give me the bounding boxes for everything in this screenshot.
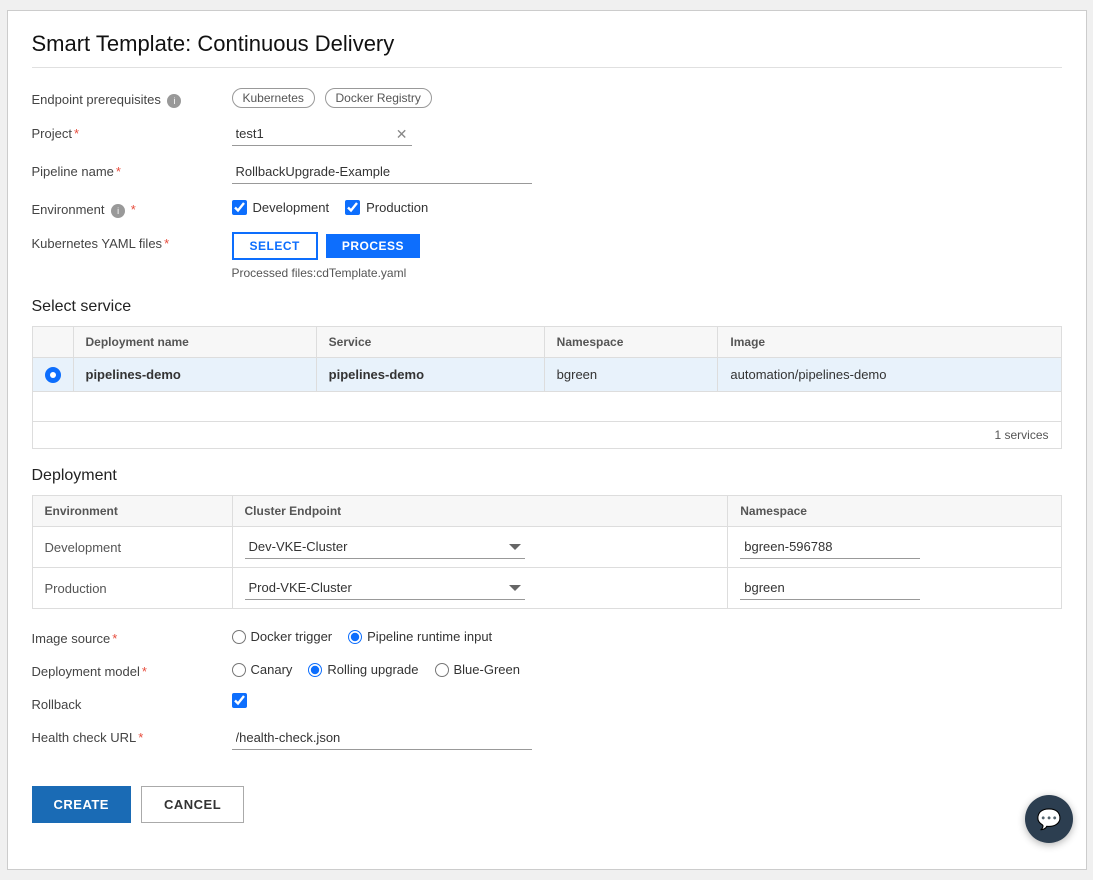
rollback-label: Rollback	[32, 693, 232, 712]
create-button[interactable]: CREATE	[32, 786, 131, 823]
environment-info-icon[interactable]: i	[111, 204, 125, 218]
image-source-label: Image source*	[32, 627, 232, 646]
image-pipeline-item[interactable]: Pipeline runtime input	[348, 629, 492, 644]
model-bluegreen-radio[interactable]	[435, 663, 449, 677]
chat-icon: 💬	[1037, 807, 1062, 832]
pipeline-name-label: Pipeline name*	[32, 160, 232, 179]
tag-kubernetes: Kubernetes	[232, 88, 315, 108]
project-clear-button[interactable]: ✕	[396, 127, 408, 141]
cell-image: automation/pipelines-demo	[718, 358, 1061, 392]
project-label: Project*	[32, 122, 232, 141]
footer-bar: CREATE CANCEL	[32, 770, 1062, 839]
dep-cluster-dev-cell: Dev-VKE-Cluster Prod-VKE-Cluster	[232, 527, 728, 568]
model-canary-radio[interactable]	[232, 663, 246, 677]
env-development-checkbox[interactable]	[232, 200, 247, 215]
deployment-table: Environment Cluster Endpoint Namespace D…	[32, 495, 1062, 609]
k8s-yaml-label: Kubernetes YAML files*	[32, 232, 232, 251]
col-namespace: Namespace	[544, 327, 718, 358]
dep-namespace-dev-input[interactable]	[740, 535, 920, 559]
dep-col-cluster: Cluster Endpoint	[232, 496, 728, 527]
image-pipeline-label: Pipeline runtime input	[367, 629, 492, 644]
project-field-wrapper: ✕	[232, 122, 412, 146]
dep-namespace-dev-cell	[728, 527, 1061, 568]
endpoint-label: Endpoint prerequisites i	[32, 88, 232, 108]
k8s-yaml-buttons: SELECT PROCESS	[232, 232, 1062, 260]
col-selector	[32, 327, 73, 358]
table-row[interactable]: pipelines-demo pipelines-demo bgreen aut…	[32, 358, 1061, 392]
cell-namespace: bgreen	[544, 358, 718, 392]
dep-cluster-prod-select[interactable]: Dev-VKE-Cluster Prod-VKE-Cluster	[245, 576, 525, 600]
environment-checkboxes: Development Production	[232, 198, 1062, 215]
service-table-footer: 1 services	[32, 422, 1062, 449]
select-button[interactable]: SELECT	[232, 232, 318, 260]
image-docker-label: Docker trigger	[251, 629, 333, 644]
model-canary-label: Canary	[251, 662, 293, 677]
project-input[interactable]	[232, 122, 412, 146]
dep-env-prod: Production	[32, 568, 232, 609]
endpoint-tags: Kubernetes Docker Registry	[232, 88, 1062, 108]
dep-col-env: Environment	[32, 496, 232, 527]
image-docker-radio[interactable]	[232, 630, 246, 644]
table-row-empty	[32, 392, 1061, 422]
env-production-checkbox[interactable]	[345, 200, 360, 215]
process-button[interactable]: PROCESS	[326, 234, 420, 258]
cell-deployment-name: pipelines-demo	[73, 358, 316, 392]
deployment-title: Deployment	[32, 467, 1062, 485]
dep-cluster-prod-cell: Dev-VKE-Cluster Prod-VKE-Cluster	[232, 568, 728, 609]
model-rolling-radio[interactable]	[308, 663, 322, 677]
cell-service: pipelines-demo	[316, 358, 544, 392]
pipeline-name-input[interactable]	[232, 160, 532, 184]
chat-fab-button[interactable]: 💬	[1025, 795, 1073, 843]
col-deployment-name: Deployment name	[73, 327, 316, 358]
dep-namespace-prod-cell	[728, 568, 1061, 609]
row-radio-selected	[45, 367, 61, 383]
image-docker-item[interactable]: Docker trigger	[232, 629, 333, 644]
deployment-row-prod: Production Dev-VKE-Cluster Prod-VKE-Clus…	[32, 568, 1061, 609]
image-pipeline-radio[interactable]	[348, 630, 362, 644]
dep-cluster-dev-select[interactable]: Dev-VKE-Cluster Prod-VKE-Cluster	[245, 535, 525, 559]
environment-label: Environment i *	[32, 198, 232, 218]
model-canary-item[interactable]: Canary	[232, 662, 293, 677]
rollback-checkbox[interactable]	[232, 693, 247, 708]
env-development-label: Development	[253, 200, 330, 215]
model-rolling-item[interactable]: Rolling upgrade	[308, 662, 418, 677]
dep-namespace-prod-input[interactable]	[740, 576, 920, 600]
model-bluegreen-item[interactable]: Blue-Green	[435, 662, 520, 677]
deployment-model-radios: Canary Rolling upgrade Blue-Green	[232, 660, 1062, 677]
env-production-item[interactable]: Production	[345, 200, 428, 215]
env-production-label: Production	[366, 200, 428, 215]
image-source-radios: Docker trigger Pipeline runtime input	[232, 627, 1062, 644]
env-development-item[interactable]: Development	[232, 200, 330, 215]
model-rolling-label: Rolling upgrade	[327, 662, 418, 677]
model-bluegreen-label: Blue-Green	[454, 662, 520, 677]
select-service-title: Select service	[32, 298, 1062, 316]
health-check-label: Health check URL*	[32, 726, 232, 745]
page-title: Smart Template: Continuous Delivery	[32, 31, 1062, 68]
endpoint-info-icon[interactable]: i	[167, 94, 181, 108]
deployment-row-dev: Development Dev-VKE-Cluster Prod-VKE-Clu…	[32, 527, 1061, 568]
dep-col-namespace: Namespace	[728, 496, 1061, 527]
col-image: Image	[718, 327, 1061, 358]
cancel-button[interactable]: CANCEL	[141, 786, 244, 823]
col-service: Service	[316, 327, 544, 358]
deployment-model-label: Deployment model*	[32, 660, 232, 679]
processed-files-text: Processed files:cdTemplate.yaml	[232, 266, 1062, 280]
dep-env-dev: Development	[32, 527, 232, 568]
tag-docker-registry: Docker Registry	[325, 88, 432, 108]
health-check-input[interactable]	[232, 726, 532, 750]
service-table: Deployment name Service Namespace Image …	[32, 326, 1062, 422]
